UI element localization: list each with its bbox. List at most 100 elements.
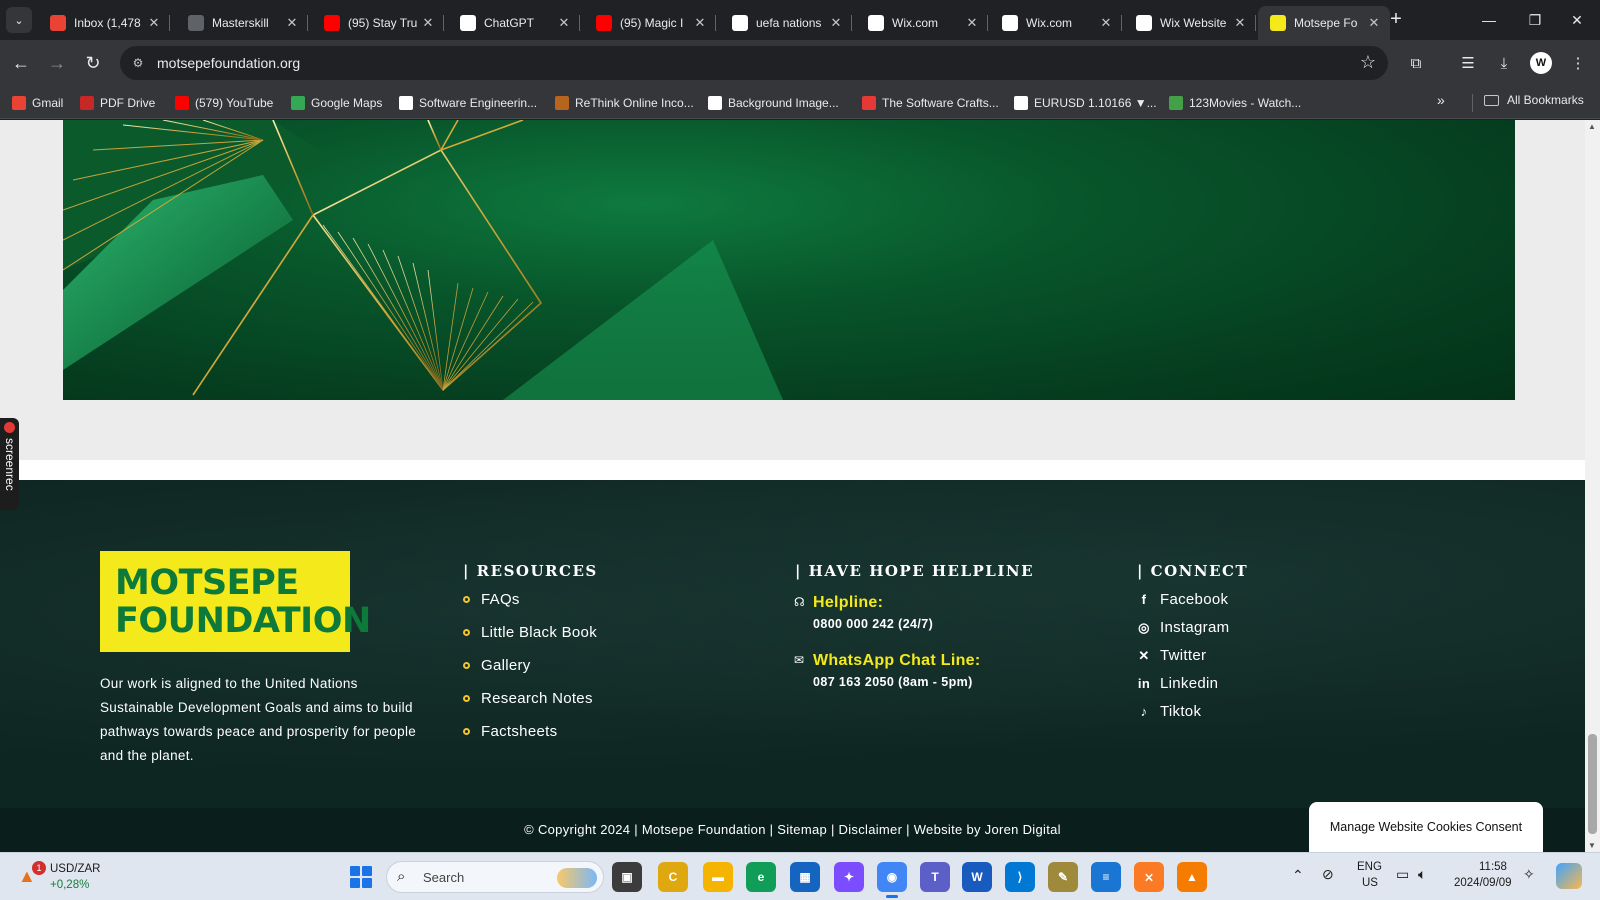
bookmark-item[interactable]: Background Image... [708,93,839,113]
manage-cookies-button[interactable]: Manage Website Cookies Consent [1309,802,1543,852]
resource-link[interactable]: FAQs [463,591,520,608]
url-text[interactable]: motsepefoundation.org [157,55,300,71]
site-info-icon[interactable]: ⚙ [128,53,148,73]
tab-close-icon[interactable]: ✕ [964,15,980,31]
browser-tab[interactable]: Inbox (1,478 ✕ [38,6,170,40]
browser-tab[interactable]: Motsepe Fo ✕ [1258,6,1390,40]
bookmark-item[interactable]: EURUSD 1.10166 ▼... [1014,93,1157,113]
bookmark-item[interactable]: Google Maps [291,93,382,113]
menu-kebab-icon[interactable]: ⋮ [1566,51,1590,75]
tab-close-icon[interactable]: ✕ [284,15,300,31]
file-explorer-icon[interactable]: ▬ [703,862,733,892]
teams-icon[interactable]: T [920,862,950,892]
motsepe-foundation-logo[interactable]: MOTSEPE FOUNDATION [100,551,371,652]
language-label[interactable]: ENG [1357,861,1382,873]
tab-close-icon[interactable]: ✕ [420,15,436,31]
browser-tab[interactable]: Masterskill ✕ [176,6,308,40]
tab-search-button[interactable]: ⌄ [6,7,32,33]
profile-avatar[interactable]: W [1530,52,1552,74]
tab-close-icon[interactable]: ✕ [556,15,572,31]
screenrec-widget[interactable]: screenrec [0,418,19,510]
bookmark-item[interactable]: The Software Crafts... [862,93,999,113]
store-icon[interactable]: ▦ [790,862,820,892]
reload-button[interactable]: ↻ [78,48,108,78]
social-link[interactable]: ♪ Tiktok [1137,703,1201,720]
scroll-thumb[interactable] [1588,734,1597,834]
browser-tab[interactable]: (95) Magic I ✕ [584,6,716,40]
task-view-icon[interactable]: ▣ [612,862,642,892]
notepad-icon[interactable]: ≡ [1091,862,1121,892]
resource-link[interactable]: Gallery [463,657,531,674]
resource-link[interactable]: Factsheets [463,723,557,740]
tab-close-icon[interactable]: ✕ [828,15,844,31]
network-icon[interactable]: ▭ [1396,866,1409,883]
browser-tab[interactable]: uefa nations ✕ [720,6,852,40]
word-icon[interactable]: W [962,862,992,892]
scroll-up-icon[interactable]: ▲ [1588,122,1596,131]
windows-start-icon[interactable] [350,866,372,888]
bookmark-label: Gmail [32,96,64,110]
browser-tab[interactable]: Wix.com ✕ [990,6,1122,40]
bookmark-star-icon[interactable]: ☆ [1360,52,1376,73]
copilot-tray-icon[interactable] [1556,863,1582,889]
resource-link[interactable]: Little Black Book [463,624,597,641]
browser-tab[interactable]: Wix.com ✕ [856,6,988,40]
stock-name[interactable]: USD/ZAR [50,863,100,875]
download-icon[interactable]: ⤓ [1492,51,1516,75]
vscode-icon[interactable]: ⟩ [1005,862,1035,892]
linkedin-icon: in [1137,676,1151,691]
notepad-plus-icon[interactable]: ✎ [1048,862,1078,892]
browser-tab[interactable]: ChatGPT ✕ [448,6,580,40]
tab-close-icon[interactable]: ✕ [692,15,708,31]
clock-date[interactable]: 2024/09/09 [1454,877,1512,889]
social-link[interactable]: in Linkedin [1137,675,1218,692]
bookmark-item[interactable]: Software Engineerin... [399,93,537,113]
bookmark-item[interactable]: ReThink Online Inco... [555,93,694,113]
close-window-button[interactable]: ✕ [1554,6,1600,34]
taskbar-search[interactable]: ⌕ Search [386,861,604,893]
all-bookmarks-button[interactable]: All Bookmarks [1484,93,1584,107]
search-icon: ⌕ [397,868,406,885]
helpline-number[interactable]: 0800 000 242 (24/7) [813,617,933,631]
tab-close-icon[interactable]: ✕ [1098,15,1114,31]
browser-tab[interactable]: Wix Website ✕ [1124,6,1256,40]
browser-tab[interactable]: (95) Stay Tru ✕ [312,6,444,40]
media-control-icon[interactable]: ☰ [1456,51,1480,75]
notification-badge: 1 [32,861,46,875]
extensions-icon[interactable]: ⧉ [1404,51,1428,75]
notification-bell-icon[interactable]: ✧ [1523,866,1535,883]
new-tab-button[interactable]: + [1384,8,1408,32]
back-button[interactable]: ← [6,48,36,78]
onedrive-offline-icon[interactable]: ⊘ [1322,866,1334,883]
resource-link[interactable]: Research Notes [463,690,593,707]
xampp-icon[interactable]: ⨯ [1134,862,1164,892]
vlc-icon[interactable]: ▲ [1177,862,1207,892]
forward-button[interactable]: → [42,48,72,78]
bookmarks-overflow-icon[interactable]: » [1437,92,1445,108]
tab-title: ChatGPT [484,16,535,30]
page-scrollbar[interactable]: ▲ ▼ [1585,120,1600,852]
copilot-icon[interactable]: ✦ [834,862,864,892]
edge-icon[interactable]: e [746,862,776,892]
address-bar[interactable]: ⚙ motsepefoundation.org ☆ [120,46,1388,80]
bookmark-item[interactable]: (579) YouTube [175,93,273,113]
volume-icon[interactable]: 🔈︎ [1418,866,1426,883]
chrome-icon[interactable]: ◉ [877,862,907,898]
bookmark-item[interactable]: 123Movies - Watch... [1169,93,1301,113]
clock-time[interactable]: 11:58 [1479,861,1507,873]
tab-close-icon[interactable]: ✕ [1232,15,1248,31]
tray-overflow-icon[interactable]: ⌃ [1292,867,1304,884]
social-link[interactable]: f Facebook [1137,591,1228,608]
whatsapp-number[interactable]: 087 163 2050 (8am - 5pm) [813,675,973,689]
region-label[interactable]: US [1362,877,1378,889]
social-link[interactable]: ✕ Twitter [1137,647,1206,664]
scroll-down-icon[interactable]: ▼ [1588,841,1596,850]
copilot-app-icon[interactable]: C [658,862,688,892]
bookmark-item[interactable]: PDF Drive [80,93,155,113]
restore-button[interactable]: ❐ [1512,6,1558,34]
tab-close-icon[interactable]: ✕ [146,15,162,31]
minimize-button[interactable]: — [1466,6,1512,34]
tab-close-icon[interactable]: ✕ [1366,15,1382,31]
bookmark-item[interactable]: Gmail [12,93,63,113]
social-link[interactable]: ◎ Instagram [1137,619,1229,636]
